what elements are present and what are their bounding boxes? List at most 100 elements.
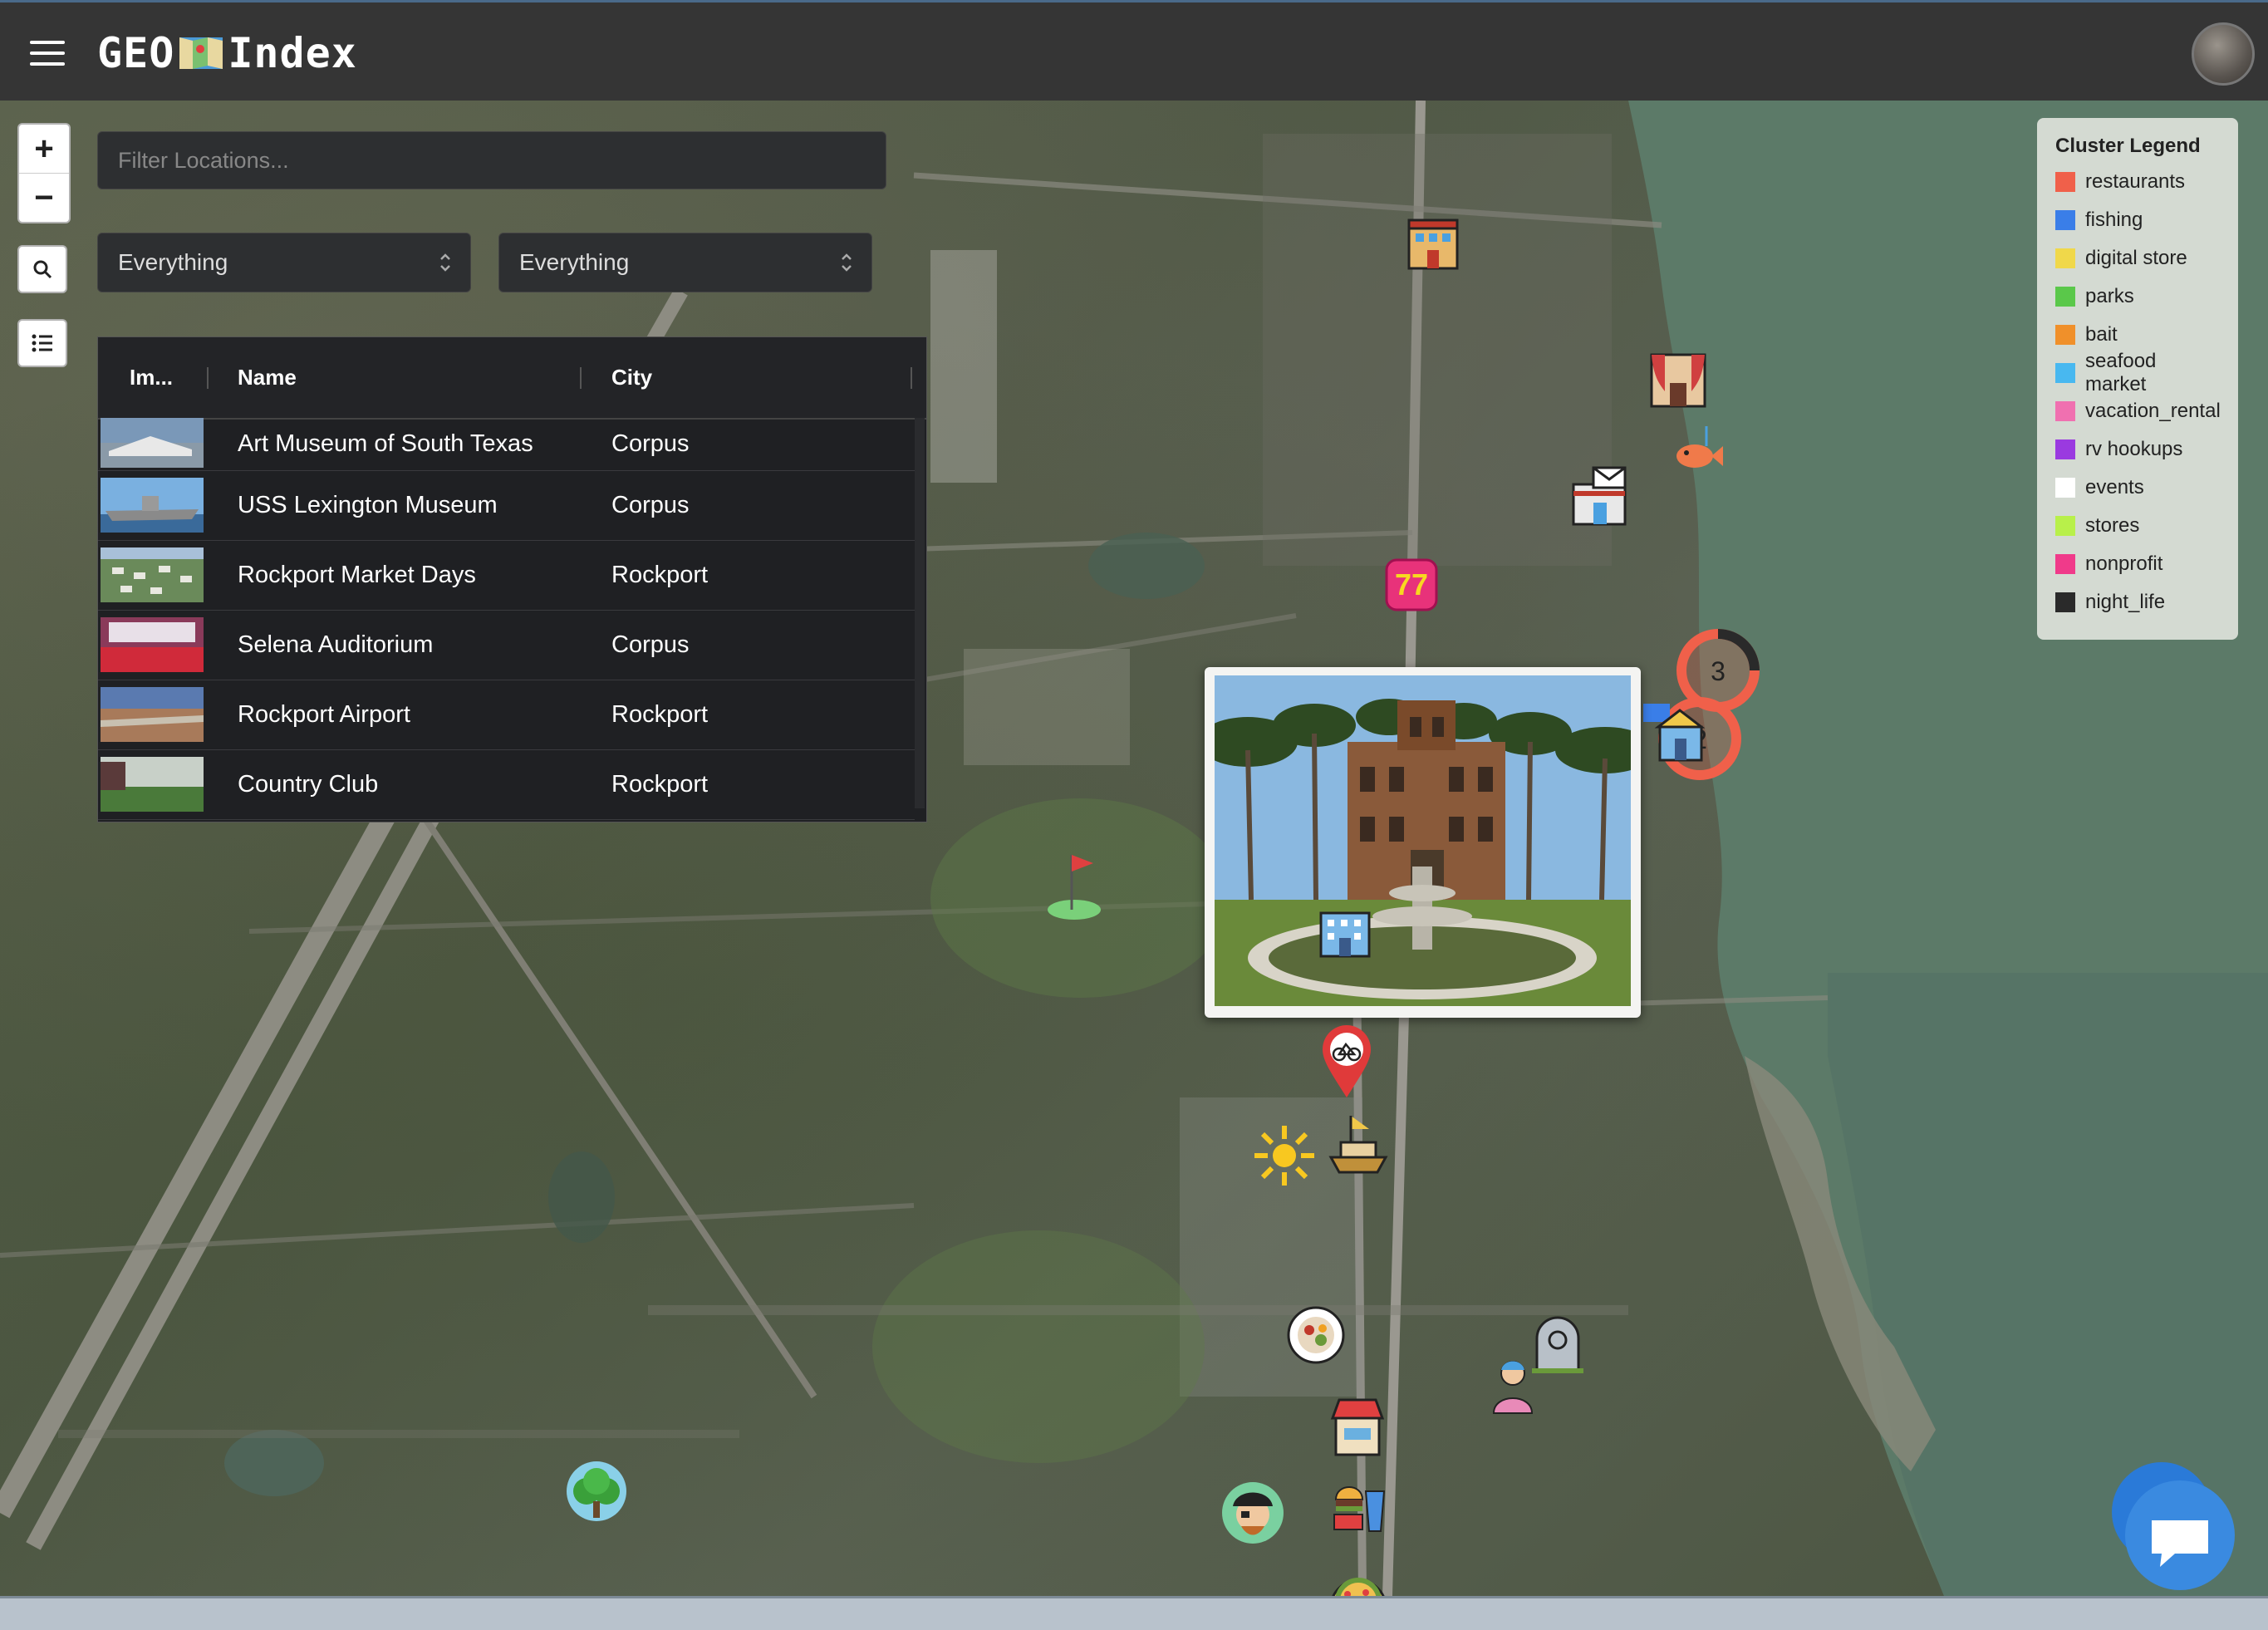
legend-swatch [2055,478,2075,498]
list-toggle-button[interactable] [17,319,67,367]
location-city: Rockport [611,562,709,588]
person-icon[interactable] [1487,1355,1539,1415]
location-name: Selena Auditorium [238,631,434,658]
legend-item-bait: bait [2055,316,2220,354]
bicycle-pin-icon[interactable] [1319,1023,1374,1099]
legend-swatch [2055,210,2075,230]
location-thumbnail [101,547,204,602]
legend-swatch [2055,325,2075,345]
location-preview-popup[interactable] [1205,667,1641,1018]
column-divider[interactable] [207,367,209,389]
location-thumbnail [101,687,204,742]
legend-swatch [2055,172,2075,192]
restaurant-plate-icon[interactable] [1286,1305,1346,1365]
location-thumbnail [101,617,204,672]
zoom-in-button[interactable]: + [19,125,69,174]
chevron-updown-icon [440,253,450,272]
fast-food-icon[interactable] [1329,1466,1389,1534]
legend-item-seafood-market: seafood market [2055,350,2220,395]
post-office-marker-icon[interactable] [1568,466,1630,528]
category-select-value: Everything [118,249,228,275]
theater-marker-icon[interactable] [1648,350,1708,410]
boat-tour-icon[interactable] [1328,1112,1389,1179]
legend-item-digital-store: digital store [2055,239,2220,277]
filter-locations-input[interactable] [97,131,886,189]
legend-label: night_life [2085,591,2166,613]
table-header: Im... Name City [98,337,926,420]
satellite-terrain [0,101,2268,1596]
legend-swatch [2055,516,2075,536]
map-icon [179,37,223,69]
city-select[interactable]: Everything [498,233,872,292]
table-row[interactable]: Rockport Airport Rockport [98,680,915,750]
legend-swatch [2055,439,2075,459]
sun-icon[interactable] [1251,1122,1318,1189]
location-thumbnail [101,418,204,468]
legend-item-vacation-rental: vacation_rental [2055,392,2221,430]
location-city: Corpus [611,492,690,518]
legend-title: Cluster Legend [2055,135,2201,157]
location-city: Rockport [611,771,709,798]
locations-table: Im... Name City Art Museum of South Texa… [97,336,927,822]
legend-item-nonprofit: nonprofit [2055,545,2220,583]
column-divider[interactable] [580,367,582,389]
category-select[interactable]: Everything [97,233,471,292]
legend-label: digital store [2085,247,2187,269]
table-row[interactable]: Selena Auditorium Corpus [98,611,915,680]
legend-label: restaurants [2085,170,2186,193]
table-row[interactable]: USS Lexington Museum Corpus [98,471,915,541]
legend-item-rv-hookups: rv hookups [2055,430,2220,469]
location-name: Country Club [238,771,379,798]
location-name: USS Lexington Museum [238,492,498,518]
zoom-out-button[interactable]: − [19,174,69,222]
table-row[interactable]: Rockport Market Days Rockport [98,541,915,611]
pirate-icon[interactable] [1220,1480,1286,1546]
hamburger-menu-icon[interactable] [30,41,65,67]
location-city: Rockport [611,701,709,728]
legend-label: nonprofit [2085,552,2163,575]
legend-swatch [2055,363,2075,383]
svg-text:77: 77 [1395,567,1428,601]
legend-item-night-life: night_life [2055,583,2220,621]
highway-77-badge-icon[interactable]: 77 [1384,557,1439,612]
shop-stall-icon[interactable] [1328,1395,1387,1458]
building-marker-icon[interactable] [1316,903,1374,961]
location-photo [1215,675,1631,1006]
cluster-legend: Cluster Legend restaurants fishing digital… [2037,118,2238,640]
chevron-updown-icon [842,253,852,272]
column-header-image[interactable]: Im... [130,337,173,418]
legend-swatch [2055,287,2075,307]
legend-item-stores: stores [2055,507,2220,545]
column-header-city[interactable]: City [611,337,652,418]
taco-icon[interactable] [1328,1571,1389,1596]
location-city: Corpus [611,631,690,658]
list-icon [32,334,52,352]
search-icon [33,260,52,279]
legend-label: events [2085,476,2144,498]
house-marker-icon[interactable] [1643,704,1715,762]
app-logo[interactable]: GEO Index [97,24,357,82]
table-scrollbar[interactable] [915,418,925,808]
logo-text-right: Index [228,29,357,77]
legend-label: stores [2085,514,2140,537]
search-button[interactable] [17,245,67,293]
column-header-name[interactable]: Name [238,337,297,418]
legend-label: fishing [2085,209,2143,231]
tree-park-icon[interactable] [565,1460,628,1523]
location-city: Corpus [611,430,690,457]
column-divider[interactable] [911,367,912,389]
chat-button[interactable] [2105,1461,2238,1593]
legend-item-events: events [2055,469,2220,507]
golf-flag-icon[interactable] [1045,847,1103,921]
logo-text-left: GEO [97,29,175,77]
location-name: Art Museum of South Texas [238,430,533,457]
table-row[interactable]: Country Club Rockport [98,750,915,820]
app-header: GEO Index [0,0,2268,101]
bottom-status-bar [0,1596,2268,1630]
fishing-marker-icon[interactable] [1670,423,1725,478]
map-view[interactable]: 77 3 2 [0,101,2268,1596]
hotel-marker-icon[interactable] [1404,214,1462,272]
user-avatar[interactable] [2192,22,2255,86]
legend-item-restaurants: restaurants [2055,163,2220,201]
table-row[interactable]: Art Museum of South Texas Corpus [98,418,915,471]
